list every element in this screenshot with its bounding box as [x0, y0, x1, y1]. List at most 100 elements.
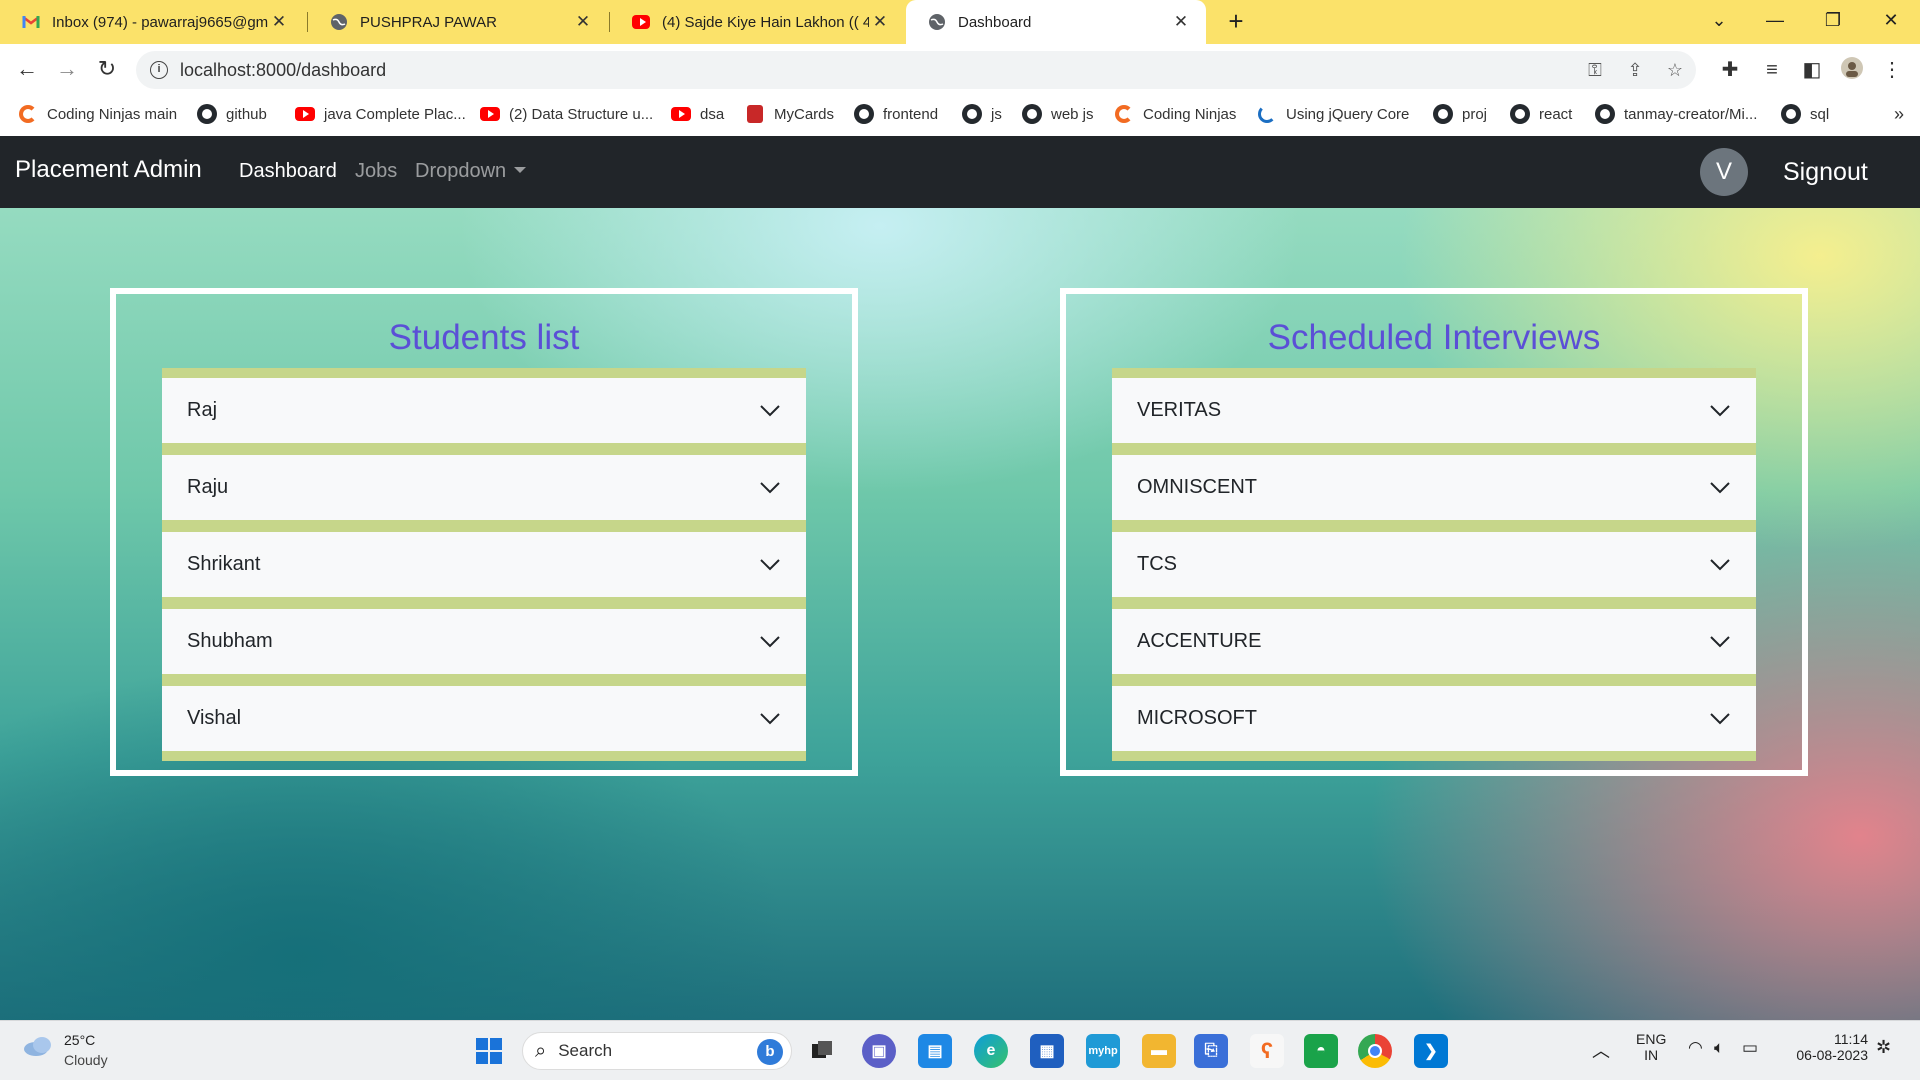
- company-name: ACCENTURE: [1137, 630, 1262, 652]
- minimize-icon[interactable]: —: [1752, 0, 1798, 40]
- key-icon[interactable]: ⚿: [1584, 60, 1606, 82]
- student-item[interactable]: Shrikant: [162, 532, 806, 597]
- taskbar-search[interactable]: ⌕ Search b: [522, 1032, 792, 1070]
- cloud-icon[interactable]: [22, 1035, 56, 1057]
- chevron-down-icon: [1710, 559, 1730, 571]
- bookmark-jquery[interactable]: Using jQuery Core: [1257, 104, 1409, 124]
- weather-condition[interactable]: Cloudy: [64, 1052, 108, 1068]
- interview-item[interactable]: VERITAS: [1112, 378, 1756, 443]
- bookmark-react[interactable]: react: [1510, 104, 1572, 124]
- bookmark-github[interactable]: github: [197, 104, 267, 124]
- window-close-icon[interactable]: ✕: [1868, 0, 1914, 40]
- tab-search-chevron-icon[interactable]: ⌄: [1696, 0, 1742, 40]
- bookmark-web-js[interactable]: web js: [1022, 104, 1094, 124]
- file-explorer-icon[interactable]: ▬: [1142, 1034, 1176, 1068]
- edge-icon[interactable]: e: [974, 1034, 1008, 1068]
- volume-icon[interactable]: 🔈︎: [1714, 1038, 1724, 1058]
- bookmark-java[interactable]: java Complete Plac...: [295, 104, 466, 124]
- interview-item[interactable]: TCS: [1112, 532, 1756, 597]
- notifications-icon[interactable]: ✲: [1876, 1037, 1891, 1058]
- bookmark-dsa[interactable]: dsa: [671, 104, 724, 124]
- microsoft-store-icon[interactable]: ▦: [1030, 1034, 1064, 1068]
- bookmark-sql[interactable]: sql: [1781, 104, 1829, 124]
- language-indicator[interactable]: ENG IN: [1636, 1031, 1666, 1063]
- extensions-icon[interactable]: ✚: [1716, 56, 1744, 84]
- media-player-icon[interactable]: ▤: [918, 1034, 952, 1068]
- tab-pushpraj[interactable]: PUSHPRAJ PAWAR ✕: [308, 0, 608, 44]
- chrome-menu-icon[interactable]: ⋮: [1878, 56, 1906, 84]
- student-item[interactable]: Shubham: [162, 609, 806, 674]
- bookmark-mycards[interactable]: MyCards: [745, 104, 834, 124]
- clock[interactable]: 11:14 06-08-2023: [1786, 1031, 1868, 1063]
- mycards-icon: [745, 104, 765, 124]
- windows-start-icon[interactable]: [472, 1034, 506, 1068]
- address-bar[interactable]: i localhost:8000/dashboard ⚿ ⇪ ☆: [136, 51, 1696, 89]
- myhp-icon[interactable]: myhp: [1086, 1034, 1120, 1068]
- wifi-icon[interactable]: ◠: [1688, 1038, 1703, 1058]
- coding-ninjas-app-icon[interactable]: ʕ: [1250, 1034, 1284, 1068]
- bookmark-label: sql: [1810, 105, 1830, 123]
- bing-icon[interactable]: b: [757, 1039, 783, 1065]
- students-panel: Students list Raj Raju Shrikant Shubham …: [110, 288, 858, 776]
- bookmark-tanmay-creator[interactable]: tanmay-creator/Mi...: [1595, 104, 1757, 124]
- vscode-icon[interactable]: ❯: [1414, 1034, 1448, 1068]
- tab-dashboard[interactable]: Dashboard ✕: [906, 0, 1206, 44]
- bookmark-data-structure[interactable]: (2) Data Structure u...: [480, 104, 653, 124]
- search-placeholder: Search: [558, 1041, 613, 1060]
- bookmark-label: react: [1539, 105, 1573, 123]
- github-icon: [962, 104, 982, 124]
- chevron-down-icon: [760, 482, 780, 494]
- teams-chat-icon[interactable]: ▣: [862, 1034, 896, 1068]
- side-panel-icon[interactable]: ◧: [1798, 56, 1826, 84]
- bookmark-label: js: [991, 105, 1002, 123]
- app-green-icon[interactable]: ◓: [1304, 1034, 1338, 1068]
- back-icon[interactable]: ←: [13, 56, 41, 84]
- tab-inbox[interactable]: Inbox (974) - pawarraj9665@gma ✕: [0, 0, 304, 44]
- close-icon[interactable]: ✕: [572, 12, 594, 32]
- forward-icon[interactable]: →: [53, 56, 81, 84]
- reload-icon[interactable]: ↻: [93, 56, 121, 84]
- student-name: Vishal: [187, 707, 242, 729]
- app-navbar: Placement Admin Dashboard Jobs Dropdown …: [0, 136, 1920, 208]
- chrome-icon[interactable]: [1358, 1034, 1392, 1068]
- signout-button[interactable]: Signout: [1783, 158, 1868, 187]
- nav-dashboard[interactable]: Dashboard: [239, 160, 337, 183]
- interview-item[interactable]: MICROSOFT: [1112, 686, 1756, 751]
- browser-tab-strip: Inbox (974) - pawarraj9665@gma ✕ PUSHPRA…: [0, 0, 1920, 44]
- navbar-brand[interactable]: Placement Admin: [15, 156, 202, 184]
- chevron-down-icon: [1710, 405, 1730, 417]
- close-icon[interactable]: ✕: [268, 12, 290, 32]
- share-icon[interactable]: ⇪: [1624, 60, 1646, 82]
- bookmark-js[interactable]: js: [962, 104, 1002, 124]
- chevron-down-icon: [1710, 713, 1730, 725]
- bookmark-coding-ninjas[interactable]: Coding Ninjas: [1114, 104, 1236, 124]
- bookmark-coding-ninjas-main[interactable]: Coding Ninjas main: [18, 104, 177, 124]
- bookmark-star-icon[interactable]: ☆: [1664, 60, 1686, 82]
- nav-jobs[interactable]: Jobs: [355, 160, 397, 183]
- students-accordion: Raj Raju Shrikant Shubham Vishal: [162, 368, 806, 761]
- task-view-icon[interactable]: [805, 1034, 839, 1068]
- avatar[interactable]: V: [1700, 148, 1748, 196]
- close-icon[interactable]: ✕: [1170, 12, 1192, 32]
- tab-youtube[interactable]: (4) Sajde Kiye Hain Lakhon (( 4K ✕: [610, 0, 905, 44]
- more-bookmarks-icon[interactable]: »: [1894, 104, 1904, 125]
- student-item[interactable]: Vishal: [162, 686, 806, 751]
- site-info-icon[interactable]: i: [150, 61, 168, 79]
- reading-list-icon[interactable]: ≡: [1758, 56, 1786, 84]
- close-icon[interactable]: ✕: [869, 12, 891, 32]
- page-content: Placement Admin Dashboard Jobs Dropdown …: [0, 136, 1920, 1020]
- weather-temperature[interactable]: 25°C: [64, 1032, 95, 1048]
- student-item[interactable]: Raju: [162, 455, 806, 520]
- bookmark-frontend[interactable]: frontend: [854, 104, 938, 124]
- new-tab-button[interactable]: +: [1222, 8, 1250, 36]
- show-hidden-icons-icon[interactable]: ︿: [1592, 1037, 1610, 1063]
- battery-icon[interactable]: ▭: [1742, 1038, 1758, 1058]
- interview-item[interactable]: ACCENTURE: [1112, 609, 1756, 674]
- restore-icon[interactable]: ❐: [1810, 0, 1856, 40]
- nav-dropdown[interactable]: Dropdown: [415, 160, 527, 183]
- interview-item[interactable]: OMNISCENT: [1112, 455, 1756, 520]
- profile-avatar-icon[interactable]: [1838, 56, 1866, 84]
- remote-desktop-icon[interactable]: ⎘: [1194, 1034, 1228, 1068]
- bookmark-proj[interactable]: proj: [1433, 104, 1487, 124]
- student-item[interactable]: Raj: [162, 378, 806, 443]
